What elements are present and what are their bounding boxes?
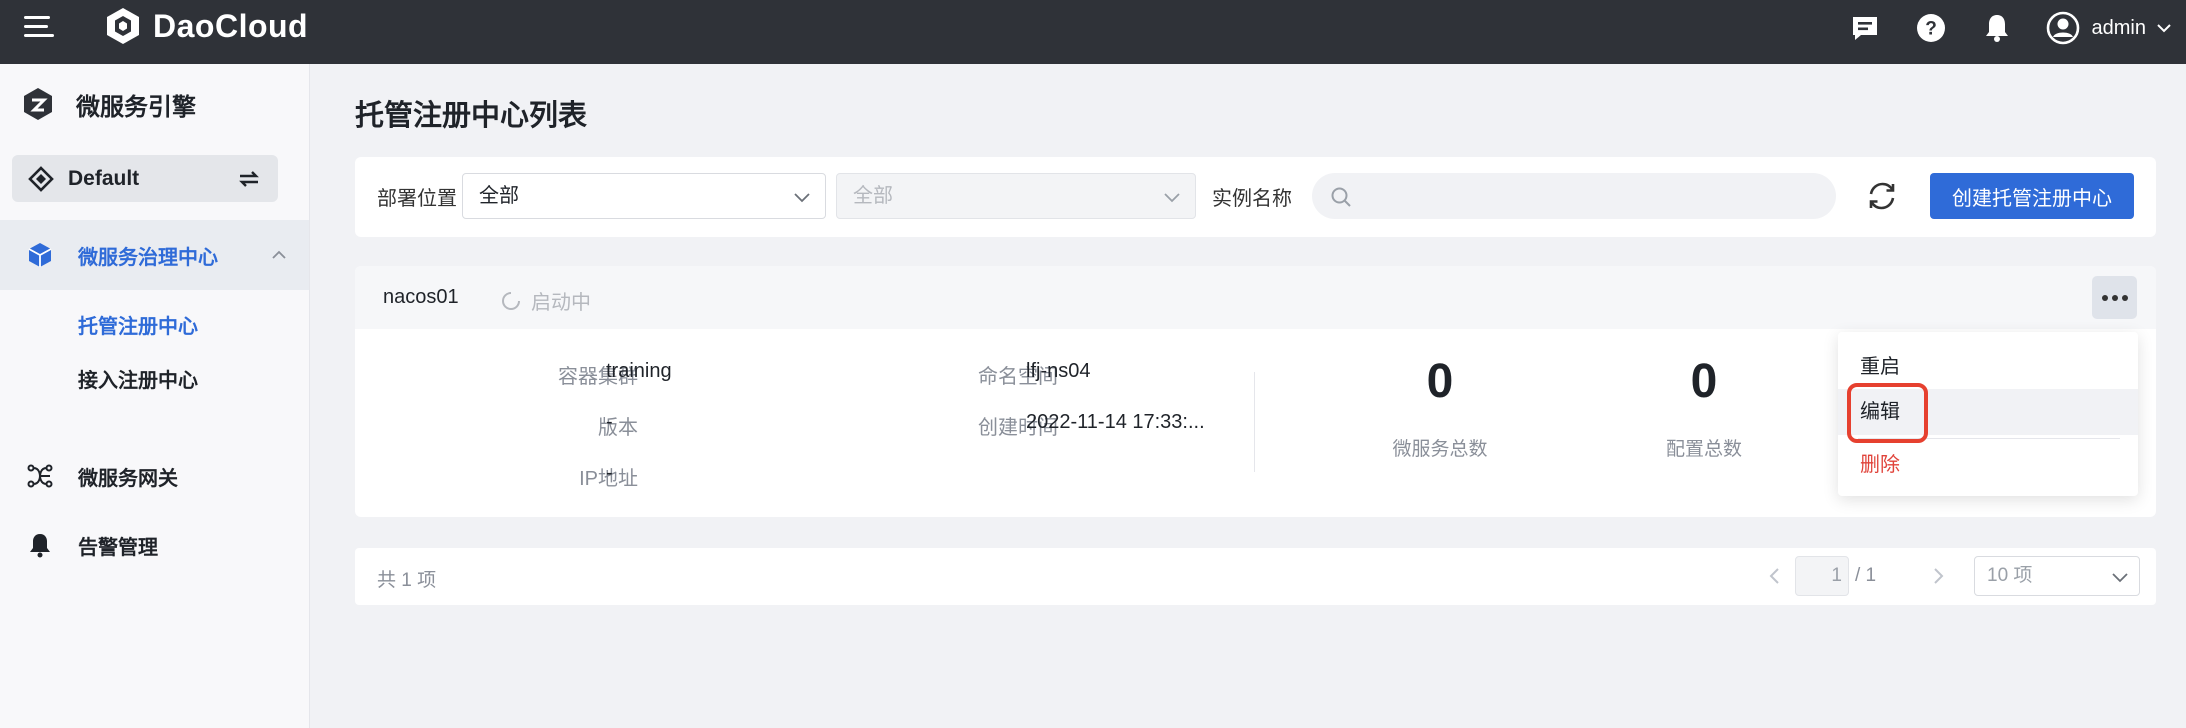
delete-menu-item[interactable]: 删除 — [1838, 442, 2138, 488]
workspace-name: Default — [68, 166, 140, 190]
product-header: 微服务引擎 — [20, 82, 196, 126]
switch-icon[interactable] — [236, 166, 262, 192]
page-input[interactable]: 1 — [1795, 556, 1849, 596]
chevron-up-icon[interactable] — [271, 247, 287, 263]
page-size-select[interactable]: 10 项 — [1974, 556, 2140, 596]
nav-access-registry[interactable]: 接入注册中心 — [78, 364, 198, 393]
nav-hosted-registry[interactable]: 托管注册中心 — [78, 310, 198, 339]
highlight-annotation — [1847, 383, 1928, 443]
sub-location-select[interactable]: 全部 — [836, 173, 1196, 219]
filter-bar: 部署位置 全部 全部 实例名称 创建托管注册中心 — [355, 157, 2156, 237]
help-icon[interactable]: ? — [1914, 11, 1948, 45]
nav-gateway[interactable]: 微服务网关 — [0, 446, 309, 506]
next-page-icon[interactable] — [1928, 566, 1948, 586]
workspace-selector[interactable]: Default — [12, 155, 278, 202]
chevron-down-icon — [2112, 573, 2128, 583]
sidebar: 微服务引擎 Default 微服务治理中心 托管注册中心 接入注册中心 微服务网… — [0, 64, 310, 728]
location-select[interactable]: 全部 — [462, 173, 826, 219]
instance-name[interactable]: nacos01 — [383, 286, 459, 309]
refresh-icon[interactable] — [1865, 179, 1899, 213]
location-select-value: 全部 — [479, 185, 519, 207]
more-actions-button[interactable] — [2092, 276, 2137, 319]
nav-alerts-label: 告警管理 — [78, 536, 158, 559]
status-text: 启动中 — [531, 292, 591, 314]
version-value: - — [606, 411, 613, 433]
alarm-bell-icon — [30, 534, 50, 558]
more-dot-icon — [2111, 294, 2118, 301]
brand-name: DaoCloud — [153, 7, 309, 44]
ip-label: IP地址 — [579, 468, 638, 490]
microservice-count-label: 微服务总数 — [1392, 439, 1488, 460]
workspace-icon — [28, 165, 54, 192]
chevron-down-icon — [794, 193, 810, 203]
sub-location-select-value: 全部 — [853, 185, 893, 207]
location-label: 部署位置 — [377, 188, 457, 210]
microservice-count: 0 — [1426, 355, 1454, 408]
product-name: 微服务引擎 — [76, 93, 196, 121]
user-avatar-icon[interactable] — [2046, 11, 2080, 45]
namespace-value: lfj-ns04 — [1026, 360, 1091, 382]
version-label: 版本 — [598, 417, 638, 439]
cube-icon — [28, 243, 52, 267]
status-badge: 启动中 — [501, 286, 591, 315]
microservice-engine-icon — [24, 88, 52, 120]
more-dot-icon — [2121, 294, 2128, 301]
nav-microservice-governance[interactable]: 微服务治理中心 — [0, 220, 309, 290]
page-title: 托管注册中心列表 — [355, 100, 588, 132]
total-count: 共 1 项 — [377, 570, 437, 591]
chevron-down-icon — [1164, 193, 1180, 203]
created-time-value: 2022-11-14 17:33:... — [1026, 411, 1205, 433]
prev-page-icon[interactable] — [1765, 566, 1785, 586]
loading-icon — [502, 291, 520, 310]
nav-alerts[interactable]: 告警管理 — [0, 515, 309, 575]
page-size-value: 10 项 — [1987, 565, 2033, 586]
gateway-icon — [27, 464, 53, 488]
menu-icon[interactable] — [24, 16, 54, 38]
search-input[interactable] — [1366, 179, 1816, 213]
search-box[interactable] — [1312, 173, 1836, 219]
svg-text:?: ? — [1925, 19, 1937, 40]
instance-card-header: nacos01 启动中 — [355, 266, 2156, 329]
message-icon[interactable] — [1848, 11, 1882, 45]
daocloud-logo-icon — [107, 8, 139, 44]
chevron-down-icon[interactable] — [2156, 20, 2172, 36]
pagination-bar: 共 1 项 1 / 1 10 项 — [355, 548, 2156, 605]
nav-group-label: 微服务治理中心 — [78, 246, 218, 269]
ip-value: - — [606, 462, 613, 484]
cluster-value: training — [606, 360, 672, 382]
nav-gateway-label: 微服务网关 — [78, 467, 178, 490]
create-registry-button[interactable]: 创建托管注册中心 — [1930, 173, 2134, 219]
config-count: 0 — [1690, 355, 1718, 408]
instance-name-label: 实例名称 — [1212, 188, 1292, 210]
bell-icon[interactable] — [1980, 11, 2014, 45]
brand[interactable]: DaoCloud — [103, 6, 308, 46]
user-name[interactable]: admin — [2092, 17, 2146, 40]
divider — [1254, 372, 1255, 472]
more-dot-icon — [2101, 294, 2108, 301]
config-count-label: 配置总数 — [1665, 439, 1742, 460]
page-total: / 1 — [1855, 565, 1877, 586]
search-icon — [1331, 187, 1351, 207]
top-bar: DaoCloud ? admin — [0, 0, 2186, 64]
